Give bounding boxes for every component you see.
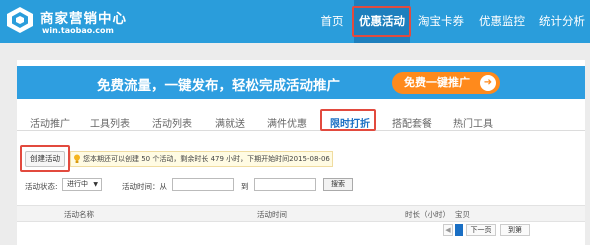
- tab-item-discount[interactable]: 满件优惠: [267, 115, 307, 130]
- nav-highlight-box: [352, 6, 411, 37]
- tab-tool-list[interactable]: 工具列表: [90, 115, 130, 130]
- banner-text: 免费流量，一键发布，轻松完成活动推广: [97, 78, 340, 94]
- free-promote-label: 免费一键推广: [404, 76, 470, 89]
- tab-activity-list[interactable]: 活动列表: [152, 115, 192, 130]
- tab-activity-promotion[interactable]: 活动推广: [30, 115, 70, 130]
- to-label: 到: [241, 182, 249, 191]
- end-time-input[interactable]: [254, 178, 316, 191]
- tabs-divider: [17, 130, 585, 131]
- tab-spend-and-gift[interactable]: 满就送: [215, 115, 245, 130]
- goto-page-label: 到第: [500, 224, 530, 236]
- arrow-right-icon: ➜: [480, 75, 496, 91]
- col-activity-time: 活动时间: [257, 210, 287, 219]
- nav-item-monitoring[interactable]: 优惠监控: [474, 0, 530, 43]
- nav-item-home[interactable]: 首页: [312, 0, 352, 43]
- prev-page-button[interactable]: ◀: [443, 224, 453, 236]
- tab-highlight-box: [320, 109, 376, 131]
- table-header: 活动名称 活动时间 时长（小时） 宝贝: [17, 205, 585, 222]
- tab-bundle-package[interactable]: 搭配套餐: [392, 115, 432, 130]
- brand-url: win.taobao.com: [42, 26, 114, 35]
- start-time-input[interactable]: [172, 178, 234, 191]
- quota-notice-text: 您本期还可以创建 50 个活动，剩余时长 479 小时，下期开始时间2015-0…: [83, 155, 330, 163]
- promo-banner: 免费流量，一键发布，轻松完成活动推广 免费一键推广 ➜: [17, 66, 585, 99]
- status-label: 活动状态:: [25, 182, 58, 191]
- chevron-down-icon: ▼: [93, 181, 98, 188]
- nav-item-analytics[interactable]: 统计分析: [534, 0, 590, 43]
- logo-icon: [7, 7, 33, 33]
- free-promote-button[interactable]: 免费一键推广 ➜: [392, 72, 500, 94]
- current-page[interactable]: [455, 224, 463, 236]
- search-button[interactable]: 搜索: [323, 178, 353, 191]
- create-highlight-box: [20, 145, 70, 172]
- quota-notice: 您本期还可以创建 50 个活动，剩余时长 479 小时，下期开始时间2015-0…: [70, 151, 333, 167]
- next-page-button[interactable]: 下一页: [466, 224, 496, 236]
- time-label: 活动时间：从: [122, 182, 167, 191]
- nav-item-coupons[interactable]: 淘宝卡券: [413, 0, 469, 43]
- status-select[interactable]: 进行中 ▼: [62, 178, 102, 191]
- col-items: 宝贝: [455, 210, 470, 219]
- status-select-value: 进行中: [67, 180, 88, 188]
- brand-title: 商家营销中心: [40, 11, 127, 27]
- col-activity-name: 活动名称: [64, 210, 94, 219]
- lightbulb-icon: [74, 154, 80, 163]
- tab-hot-tools[interactable]: 热门工具: [453, 115, 493, 130]
- col-duration: 时长（小时）: [405, 210, 450, 219]
